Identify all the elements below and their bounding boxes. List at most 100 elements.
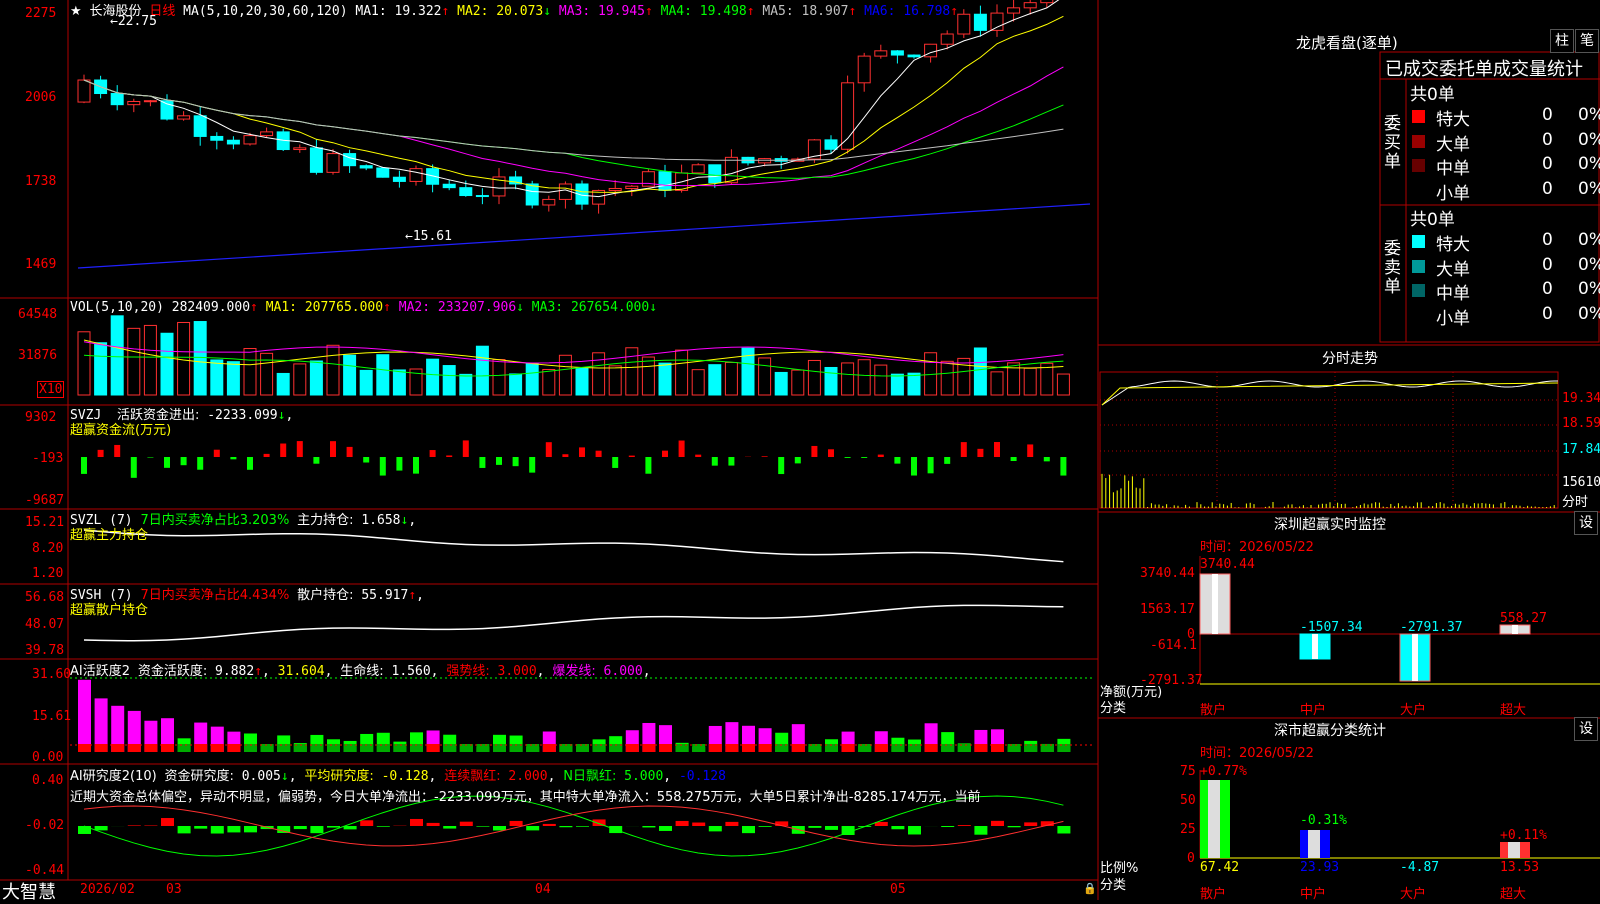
- research-bar: [974, 826, 987, 835]
- order-type-label: 中单: [1436, 279, 1470, 304]
- order-pct: 0%: [1578, 255, 1600, 275]
- activity-base-bar: [576, 744, 589, 752]
- intraday-y-label: 18.59: [1562, 416, 1600, 431]
- money-flow-bar: [81, 457, 87, 474]
- ma6-line: [78, 204, 1090, 268]
- dragon-tabs[interactable]: 已成交委托单成交量统计: [1385, 55, 1583, 81]
- money-flow-bar: [347, 447, 353, 457]
- order-count: 0: [1542, 279, 1553, 299]
- research-bar: [410, 819, 423, 826]
- candle-body: [261, 132, 273, 136]
- candle-body: [128, 101, 140, 104]
- candle-body: [941, 34, 953, 44]
- sz-class-y-label: 75: [1180, 764, 1196, 779]
- money-flow-bar: [828, 449, 834, 457]
- ma-line: [84, 16, 1063, 192]
- order-count: 0: [1542, 255, 1553, 275]
- category-value: 13.53: [1500, 860, 1539, 875]
- volume-bar: [1024, 368, 1036, 395]
- research-bar: [211, 826, 224, 834]
- money-flow-bar: [513, 457, 519, 466]
- favorite-star-icon[interactable]: ★: [70, 4, 82, 19]
- candle-body: [360, 166, 372, 168]
- volume-bar: [792, 370, 804, 395]
- order-type-label: 小单: [1436, 304, 1470, 329]
- ma-value: MA5: 18.907↑: [755, 4, 857, 19]
- volume-bar: [692, 370, 704, 395]
- sell-side-label: 委卖单: [1384, 240, 1400, 297]
- research-bar: [642, 826, 655, 827]
- order-color-swatch: [1412, 110, 1425, 123]
- candle-body: [211, 136, 223, 140]
- candle-body: [1024, 3, 1036, 8]
- candle-body: [958, 14, 970, 34]
- volume-bar: [427, 359, 439, 395]
- activity-base-bar: [526, 744, 539, 752]
- money-flow-bar: [612, 457, 618, 468]
- activity-base-bar: [991, 744, 1004, 752]
- money-flow-bar: [147, 457, 153, 458]
- sz-monitor-y-label: -614.1: [1150, 638, 1197, 653]
- research-bar: [161, 818, 174, 826]
- volume-bar: [858, 360, 870, 395]
- money-flow-bar: [1027, 444, 1033, 457]
- volume-bar: [626, 348, 638, 395]
- low-note: ←15.61: [405, 229, 452, 244]
- candle-body: [377, 168, 389, 177]
- date-label: 2026/02: [80, 882, 135, 897]
- activity-base-bar: [327, 744, 340, 752]
- candle-body: [908, 55, 920, 57]
- volume-bar: [941, 361, 953, 395]
- activity-base-bar: [958, 744, 971, 752]
- candle-body: [692, 165, 704, 173]
- activity-base-bar: [377, 744, 390, 752]
- intraday-time-label: 分时: [1562, 491, 1588, 510]
- candle-body: [194, 116, 206, 137]
- ma-line: [84, 0, 1063, 197]
- ma-value: MA6: 16.798↑: [856, 4, 958, 19]
- sz-class-settings-button[interactable]: 设: [1574, 717, 1598, 741]
- intraday-frame: [1100, 372, 1558, 508]
- category-label: 散户: [1200, 699, 1226, 718]
- volume-bar: [991, 372, 1003, 395]
- ai2-y-label: 0.40: [32, 773, 63, 788]
- intraday-vol-label: 15610: [1562, 475, 1600, 490]
- order-count: 0: [1542, 105, 1553, 125]
- research-bar: [78, 826, 91, 834]
- research-bar: [460, 822, 473, 826]
- activity-base-bar: [476, 744, 489, 752]
- sz-monitor-y-label: 3740.44: [1140, 566, 1195, 581]
- money-flow-bar: [479, 457, 485, 468]
- research-bar: [725, 822, 738, 826]
- research-bar: [709, 826, 722, 831]
- money-flow-bar: [1044, 457, 1050, 461]
- volume-bar: [161, 333, 173, 395]
- main-header: ★ 长海股份 日线 MA(5,10,20,30,60,120) MA1: 19.…: [70, 0, 958, 19]
- intraday-price-line: [1102, 381, 1558, 405]
- volume-bar: [227, 362, 239, 395]
- candle-body: [78, 80, 90, 102]
- sz-monitor-settings-button[interactable]: 设: [1574, 511, 1598, 535]
- money-flow-bar: [496, 457, 502, 465]
- research-bar: [194, 826, 207, 829]
- candle-body: [875, 51, 887, 56]
- brand-label[interactable]: 大智慧: [2, 878, 56, 904]
- volume-bar: [277, 373, 289, 395]
- volume-ma-line: [84, 340, 1063, 368]
- high-note: ←22.75: [110, 14, 157, 29]
- research-bar: [692, 823, 705, 826]
- lock-icon[interactable]: 🔒: [1083, 882, 1097, 895]
- pillar-button[interactable]: 柱: [1550, 29, 1574, 53]
- activity-base-bar: [227, 744, 240, 752]
- money-flow-bar: [762, 456, 768, 457]
- svzj-y-label: -193: [32, 451, 63, 466]
- research-bar: [808, 826, 821, 828]
- pen-button[interactable]: 笔: [1575, 29, 1599, 53]
- category-value: 23.93: [1300, 860, 1339, 875]
- order-color-swatch: [1412, 309, 1425, 322]
- order-count: 0: [1542, 130, 1553, 150]
- money-flow-bar: [131, 457, 137, 478]
- money-flow-bar: [596, 451, 602, 457]
- volume-bar: [510, 374, 522, 395]
- activity-bar: [78, 680, 91, 752]
